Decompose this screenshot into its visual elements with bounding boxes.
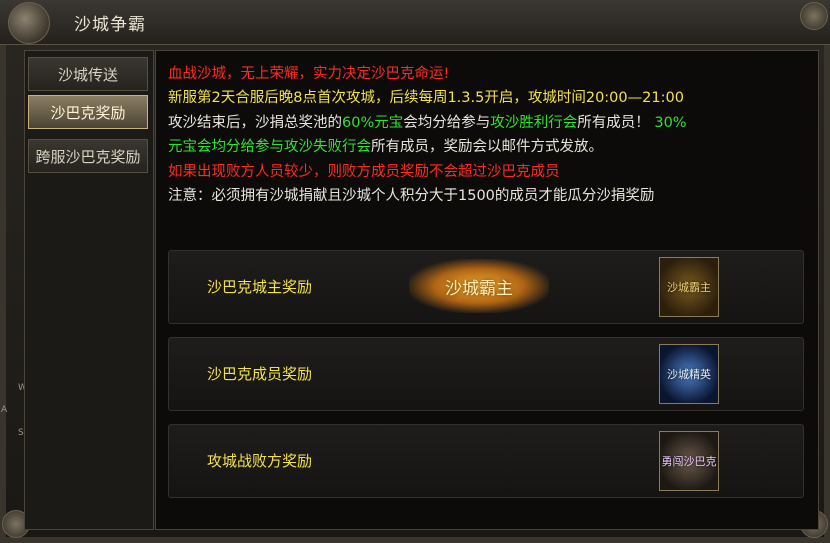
city-lord-title-banner: 沙城霸主: [409, 259, 549, 313]
reward-card-defeated: 攻城战败方奖励 勇闯沙巴克: [168, 424, 804, 498]
dragon-emblem-icon: [8, 2, 50, 44]
control-key-s: S: [18, 428, 24, 438]
sidebar: 沙城传送 沙巴克奖励 跨服沙巴克奖励: [24, 50, 154, 530]
reward-pool-line: 攻沙结束后，沙捐总奖池的60%元宝会均分给参与攻沙胜利行会所有成员！ 30%: [168, 115, 687, 131]
tab-cross-server-shabak-rewards[interactable]: 跨服沙巴克奖励: [28, 139, 148, 173]
reward-item-icon[interactable]: 沙城精英: [659, 344, 719, 404]
eligibility-note: 注意：必须拥有沙城捐献且沙城个人积分大于1500的成员才能瓜分沙捐奖励: [168, 188, 655, 204]
reward-pool-line-continued: 元宝会均分给参与攻沙失败行会所有成员，奖励会以邮件方式发放。: [168, 139, 603, 155]
dragon-corner-icon: [800, 2, 828, 30]
tab-shabak-rewards[interactable]: 沙巴克奖励: [28, 95, 148, 129]
intro-line: 血战沙城，无上荣耀，实力决定沙巴克命运!: [168, 66, 450, 82]
reward-card-city-lord: 沙巴克城主奖励 沙城霸主 沙城霸主: [168, 250, 804, 324]
reward-item-icon[interactable]: 沙城霸主: [659, 257, 719, 317]
content-panel: 血战沙城，无上荣耀，实力决定沙巴克命运! 新服第2天合服后晚8点首次攻城，后续每…: [155, 50, 819, 530]
reward-label: 沙巴克城主奖励: [207, 278, 313, 296]
schedule-line: 新服第2天合服后晚8点首次攻城，后续每周1.3.5开启，攻城时间20:00—21…: [168, 90, 684, 106]
title-bar: 沙城争霸: [0, 0, 830, 45]
reward-label: 沙巴克成员奖励: [207, 365, 313, 383]
tab-sand-city-teleport[interactable]: 沙城传送: [28, 57, 148, 91]
window-title: 沙城争霸: [74, 15, 146, 35]
reward-card-member: 沙巴克成员奖励 沙城精英: [168, 337, 804, 411]
reward-label: 攻城战败方奖励: [207, 452, 313, 470]
control-key-a: A: [1, 405, 8, 415]
reward-item-icon[interactable]: 勇闯沙巴克: [659, 431, 719, 491]
loser-limit-line: 如果出现败方人员较少，则败方成员奖励不会超过沙巴克成员: [168, 164, 560, 180]
